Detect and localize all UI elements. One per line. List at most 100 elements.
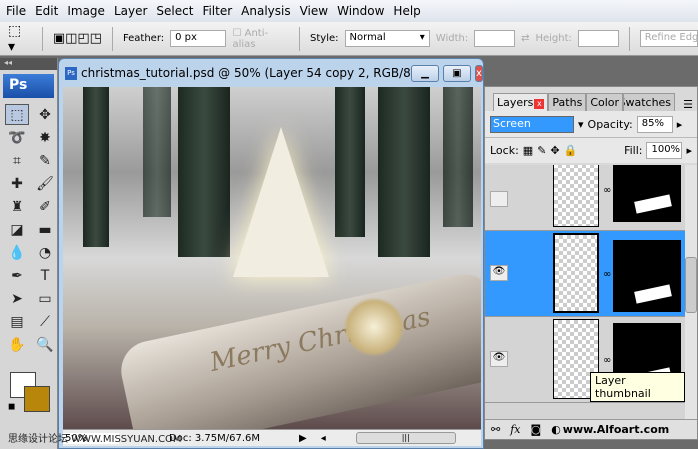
layer-row[interactable]: ∞ xyxy=(485,165,685,231)
tab-layers[interactable]: Layers x xyxy=(493,93,549,111)
menu-file[interactable]: File xyxy=(6,4,26,18)
lock-label: Lock: xyxy=(490,144,519,157)
width-input[interactable] xyxy=(474,30,516,47)
visibility-toggle[interactable] xyxy=(490,191,508,207)
tree-trunk xyxy=(443,87,473,227)
eye-icon[interactable]: 👁 xyxy=(490,351,508,367)
swap-icon[interactable]: ⇄ xyxy=(521,33,529,44)
menu-filter[interactable]: Filter xyxy=(202,4,232,18)
menu-select[interactable]: Select xyxy=(156,4,193,18)
status-bar: 50% 思缘设计论坛 WWW.MISSYUAN.COM Doc: 3.75M/6… xyxy=(8,429,481,446)
tree-trunk xyxy=(178,87,230,257)
layer-mask-thumbnail[interactable] xyxy=(613,165,681,222)
history-brush-icon[interactable]: ✐ xyxy=(33,196,57,217)
width-label: Width: xyxy=(435,33,469,44)
maximize-button[interactable]: ▣ xyxy=(443,65,471,82)
add-mask-icon[interactable]: ◙ xyxy=(531,423,542,436)
dodge-tool-icon[interactable]: ◔ xyxy=(33,242,57,263)
move-tool-icon[interactable]: ✥ xyxy=(33,104,57,125)
layer-mask-thumbnail[interactable] xyxy=(613,240,681,312)
horizontal-scrollbar-thumb[interactable]: ||| xyxy=(355,432,456,444)
tree-trunk xyxy=(83,87,109,247)
layers-panel: Layers x Paths Color Swatches ☰ Screen ▾ … xyxy=(484,86,698,440)
zoom-tool-icon[interactable]: 🔍 xyxy=(33,334,57,355)
blur-tool-icon[interactable]: 💧 xyxy=(5,242,29,263)
type-tool-icon[interactable]: T xyxy=(33,265,57,286)
style-label: Style: xyxy=(310,33,339,44)
layers-scrollbar[interactable] xyxy=(685,165,697,423)
opacity-slider-arrow-icon[interactable]: ▸ xyxy=(677,118,683,131)
fill-slider-arrow-icon[interactable]: ▸ xyxy=(686,144,692,157)
layers-list: ∞ 👁 ∞ 👁 ∞ Layer thumbnail xyxy=(485,165,685,423)
eye-icon[interactable]: 👁 xyxy=(490,265,508,281)
tools-panel: ◂◂ Ps ⬚ ✥ ➰ ✸ ⌗ ✎ ✚ 🖌 ♜ ✐ ◪ ▬ 💧 ◔ ✒ T ➤ ▭ ▤ ⟋ ✋ 🔍 ◼ xyxy=(0,58,58,449)
magic-wand-icon[interactable]: ✸ xyxy=(33,127,57,148)
eyedropper-tool-icon[interactable]: ⟋ xyxy=(33,311,57,332)
layer-thumbnail[interactable] xyxy=(553,165,599,227)
menu-view[interactable]: View xyxy=(300,4,328,18)
eraser-tool-icon[interactable]: ◪ xyxy=(5,219,29,240)
bow-ribbon xyxy=(343,297,405,357)
gradient-tool-icon[interactable]: ▬ xyxy=(33,219,57,240)
antialias-label: Anti-alias xyxy=(232,27,269,50)
chevron-down-icon: ▾ xyxy=(419,32,425,43)
shape-tool-icon[interactable]: ▭ xyxy=(33,288,57,309)
pen-tool-icon[interactable]: ✒ xyxy=(5,265,29,286)
eyedropper-icon[interactable]: ✎ xyxy=(33,150,57,171)
status-menu-arrow-icon[interactable]: ▶ xyxy=(299,433,307,444)
fx-icon[interactable]: fx xyxy=(510,423,520,436)
hand-tool-icon[interactable]: ✋ xyxy=(5,334,29,355)
path-select-icon[interactable]: ➤ xyxy=(5,288,29,309)
menu-layer[interactable]: Layer xyxy=(114,4,147,18)
minimize-button[interactable]: ▁ xyxy=(411,65,439,82)
tab-swatches[interactable]: Swatches xyxy=(623,93,676,111)
marquee-preset-icon[interactable]: ⬚ ▾ xyxy=(8,23,32,55)
link-layers-icon[interactable]: ⚯ xyxy=(491,423,500,436)
refine-edge-button[interactable]: Refine Edge... xyxy=(639,30,698,47)
scroll-left-icon[interactable]: ◂ xyxy=(321,433,326,444)
menu-window[interactable]: Window xyxy=(337,4,384,18)
menu-edit[interactable]: Edit xyxy=(35,4,58,18)
notes-tool-icon[interactable]: ▤ xyxy=(5,311,29,332)
lock-all-icon[interactable]: 🔒 xyxy=(564,144,578,157)
tab-color[interactable]: Color xyxy=(586,93,624,111)
feather-label: Feather: xyxy=(122,33,165,44)
lock-transparency-icon[interactable]: ▦ xyxy=(523,144,533,157)
lock-brush-icon[interactable]: ✎ xyxy=(537,144,546,157)
tab-paths[interactable]: Paths xyxy=(548,93,587,111)
menu-image[interactable]: Image xyxy=(67,4,105,18)
fill-label: Fill: xyxy=(624,144,643,157)
opacity-input[interactable]: 85% xyxy=(636,115,673,133)
feather-input[interactable]: 0 px xyxy=(170,30,227,47)
adjustment-layer-icon[interactable]: ◐ xyxy=(551,423,561,436)
layer-row-selected[interactable]: 👁 ∞ xyxy=(485,231,685,317)
antialias-checkbox[interactable]: ☐ Anti-alias xyxy=(232,28,289,50)
panel-menu-icon[interactable]: ☰ xyxy=(683,98,697,111)
menu-analysis[interactable]: Analysis xyxy=(241,4,290,18)
tree-trunk xyxy=(143,87,171,217)
default-colors-icon[interactable]: ◼ xyxy=(8,402,15,412)
brush-tool-icon[interactable]: 🖌 xyxy=(33,173,57,194)
menu-help[interactable]: Help xyxy=(393,4,420,18)
height-input[interactable] xyxy=(577,30,619,47)
healing-brush-icon[interactable]: ✚ xyxy=(5,173,29,194)
marquee-tool-icon[interactable]: ⬚ xyxy=(5,104,29,125)
stamp-tool-icon[interactable]: ♜ xyxy=(5,196,29,217)
tree-trunk xyxy=(335,87,365,237)
selection-mode-icons[interactable]: ▣◫◰◳ xyxy=(53,31,102,46)
doc-info: Doc: 3.75M/67.6M xyxy=(169,432,261,444)
style-select[interactable]: Normal ▾ xyxy=(344,30,430,47)
fill-input[interactable]: 100% xyxy=(646,142,683,159)
lock-position-icon[interactable]: ✥ xyxy=(550,144,559,157)
collapse-icon[interactable]: ◂◂ xyxy=(0,58,57,70)
tooltip: Layer thumbnail xyxy=(590,372,685,402)
chevron-down-icon[interactable]: ▾ xyxy=(578,118,584,131)
layer-thumbnail[interactable] xyxy=(553,233,599,313)
close-icon[interactable]: x xyxy=(534,99,545,109)
blend-mode-select[interactable]: Screen xyxy=(490,115,574,133)
background-color-swatch[interactable] xyxy=(24,386,50,412)
close-button[interactable]: x xyxy=(475,65,483,82)
crop-tool-icon[interactable]: ⌗ xyxy=(5,150,29,171)
lasso-tool-icon[interactable]: ➰ xyxy=(5,127,29,148)
image-canvas[interactable]: Merry Christmas xyxy=(63,87,481,429)
